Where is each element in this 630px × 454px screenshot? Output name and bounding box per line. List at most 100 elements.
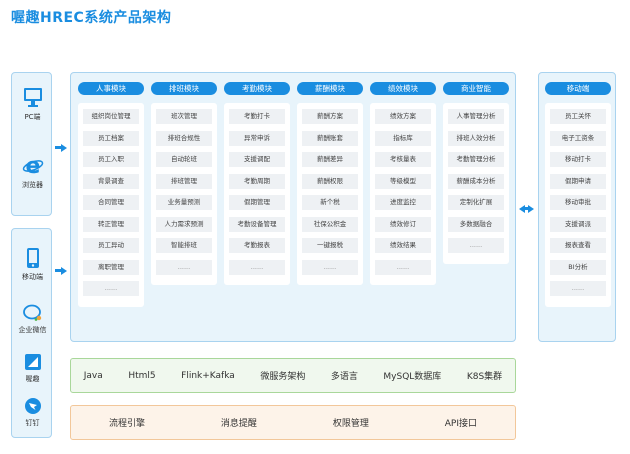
module-item: 新个税 <box>302 195 358 210</box>
module-item-more: ...... <box>83 281 139 296</box>
module-item: 排班合规性 <box>156 130 212 146</box>
woqu-icon <box>24 354 41 370</box>
module-items: 绩效方案 指标库 考核量表 等级模型 进度监控 绩效修订 绩效结果 ...... <box>370 103 436 285</box>
module-item: 自动轮班 <box>156 152 212 167</box>
client-label: 移动端 <box>22 273 43 281</box>
module-item: 定制化扩展 <box>448 195 504 210</box>
module-item: 考勤管理分析 <box>448 152 504 167</box>
module-items: 薪酬方案 薪酬账套 薪酬差异 薪酬权限 新个税 社保公积金 一键报税 .....… <box>297 103 363 285</box>
arrow-right-icon <box>61 266 67 275</box>
module-item: BI分析 <box>550 259 606 275</box>
module-item: 合同管理 <box>83 195 139 210</box>
module-item: 绩效方案 <box>375 109 431 124</box>
ie-browser-icon: e <box>22 154 43 177</box>
module-item: 排班管理 <box>156 173 212 189</box>
module-scheduling: 排班模块 班次管理 排班合规性 自动轮班 排班管理 业务量预测 人力需求预测 智… <box>151 82 217 285</box>
module-item: 等级模型 <box>375 173 431 189</box>
module-item: 报表查看 <box>550 238 606 253</box>
module-item: 离职管理 <box>83 259 139 275</box>
module-items: 考勤打卡 异常申诉 支援调配 考勤周期 假期管理 考勤设备管理 考勤报表 ...… <box>224 103 290 285</box>
tech-item: K8S集群 <box>466 372 503 382</box>
module-item: 绩效结果 <box>375 238 431 253</box>
module-title: 商业智能 <box>443 82 509 95</box>
module-item: 异常申诉 <box>229 130 285 146</box>
module-item: 员工关怀 <box>550 109 606 124</box>
mobile-icon <box>26 248 39 268</box>
module-item-more: ...... <box>229 259 285 275</box>
svg-text:e: e <box>25 154 40 177</box>
module-item: 员工档案 <box>83 130 139 146</box>
module-item: 考勤报表 <box>229 238 285 253</box>
module-item: 电子工资条 <box>550 130 606 146</box>
module-performance: 绩效模块 绩效方案 指标库 考核量表 等级模型 进度监控 绩效修订 绩效结果 .… <box>370 82 436 285</box>
module-item: 薪酬差异 <box>302 152 358 167</box>
mobile-clients-panel: 移动端 企业微信 喔趣 钉钉 <box>11 228 52 438</box>
module-item: 员工异动 <box>83 238 139 253</box>
module-payroll: 薪酬模块 薪酬方案 薪酬账套 薪酬差异 薪酬权限 新个税 社保公积金 一键报税 … <box>297 82 363 285</box>
module-item: 班次管理 <box>156 109 212 124</box>
module-item: 假期申请 <box>550 173 606 189</box>
infra-item: 权限管理 <box>332 419 369 429</box>
module-item: 绩效修订 <box>375 216 431 232</box>
module-item: 社保公积金 <box>302 216 358 232</box>
module-attendance: 考勤模块 考勤打卡 异常申诉 支援调配 考勤周期 假期管理 考勤设备管理 考勤报… <box>224 82 290 285</box>
module-item: 组织岗位管理 <box>83 109 139 124</box>
module-item: 人力需求预测 <box>156 216 212 232</box>
tech-item: 微服务架构 <box>260 372 306 382</box>
module-item: 考勤周期 <box>229 173 285 189</box>
module-item: 业务量预测 <box>156 195 212 210</box>
client-mobile: 移动端 <box>12 247 53 282</box>
module-item: 指标库 <box>375 130 431 146</box>
module-items: 组织岗位管理 员工档案 员工入职 背景调查 合同管理 转正管理 员工异动 离职管… <box>78 103 144 307</box>
client-label: 钉钉 <box>25 419 40 427</box>
module-item: 支援调派 <box>550 216 606 232</box>
tech-item: Html5 <box>128 370 156 381</box>
module-item: 一键报税 <box>302 238 358 253</box>
business-modules-panel: 人事模块 组织岗位管理 员工档案 员工入职 背景调查 合同管理 转正管理 员工异… <box>70 72 516 342</box>
module-title: 绩效模块 <box>370 82 436 95</box>
tech-item: 多语言 <box>330 372 358 382</box>
module-item-more: ...... <box>448 238 504 253</box>
tech-item: Flink+Kafka <box>181 370 235 381</box>
client-dingtalk: 钉钉 <box>12 397 53 428</box>
module-item-more: ...... <box>550 281 606 296</box>
desktop-clients-panel: PC端 e 浏览器 <box>11 72 52 216</box>
arrow-right-icon <box>61 143 67 152</box>
module-item: 进度监控 <box>375 195 431 210</box>
module-bi: 商业智能 人事管理分析 排班人效分析 考勤管理分析 薪酬成本分析 定制化扩展 多… <box>443 82 509 264</box>
module-item: 移动打卡 <box>550 152 606 167</box>
module-mobile: 移动端 员工关怀 电子工资条 移动打卡 假期申请 移动审批 支援调派 报表查看 … <box>545 82 611 307</box>
module-item: 考核量表 <box>375 152 431 167</box>
module-item: 薪酬账套 <box>302 130 358 146</box>
module-title: 移动端 <box>545 82 611 95</box>
module-title: 考勤模块 <box>224 82 290 95</box>
module-items: 班次管理 排班合规性 自动轮班 排班管理 业务量预测 人力需求预测 智能排班 .… <box>151 103 217 285</box>
module-item: 员工入职 <box>83 152 139 167</box>
client-label: PC端 <box>24 113 41 121</box>
module-item-more: ...... <box>302 259 358 275</box>
module-items: 人事管理分析 排班人效分析 考勤管理分析 薪酬成本分析 定制化扩展 多数据融合 … <box>443 103 509 264</box>
module-item: 背景调查 <box>83 173 139 189</box>
module-items: 员工关怀 电子工资条 移动打卡 假期申请 移动审批 支援调派 报表查看 BI分析… <box>545 103 611 307</box>
mobile-panel: 移动端 员工关怀 电子工资条 移动打卡 假期申请 移动审批 支援调派 报表查看 … <box>538 72 616 342</box>
infra-item: 消息提醒 <box>220 419 257 429</box>
module-item: 薪酬成本分析 <box>448 173 504 189</box>
infra-item: API接口 <box>444 419 478 429</box>
infra-item: 流程引擎 <box>108 419 145 429</box>
client-wecom: 企业微信 <box>12 304 53 335</box>
client-woqu: 喔趣 <box>12 353 53 384</box>
module-item: 考勤打卡 <box>229 109 285 124</box>
pc-icon <box>23 88 42 107</box>
module-item: 假期管理 <box>229 195 285 210</box>
client-label: 浏览器 <box>22 181 43 189</box>
tech-item: MySQL数据库 <box>383 372 442 382</box>
module-hr: 人事模块 组织岗位管理 员工档案 员工入职 背景调查 合同管理 转正管理 员工异… <box>78 82 144 307</box>
module-item: 支援调配 <box>229 152 285 167</box>
module-item-more: ...... <box>156 259 212 275</box>
wecom-icon <box>22 304 41 321</box>
module-item: 转正管理 <box>83 216 139 232</box>
module-title: 排班模块 <box>151 82 217 95</box>
module-item-more: ...... <box>375 259 431 275</box>
dingtalk-icon <box>24 398 41 414</box>
module-title: 人事模块 <box>78 82 144 95</box>
